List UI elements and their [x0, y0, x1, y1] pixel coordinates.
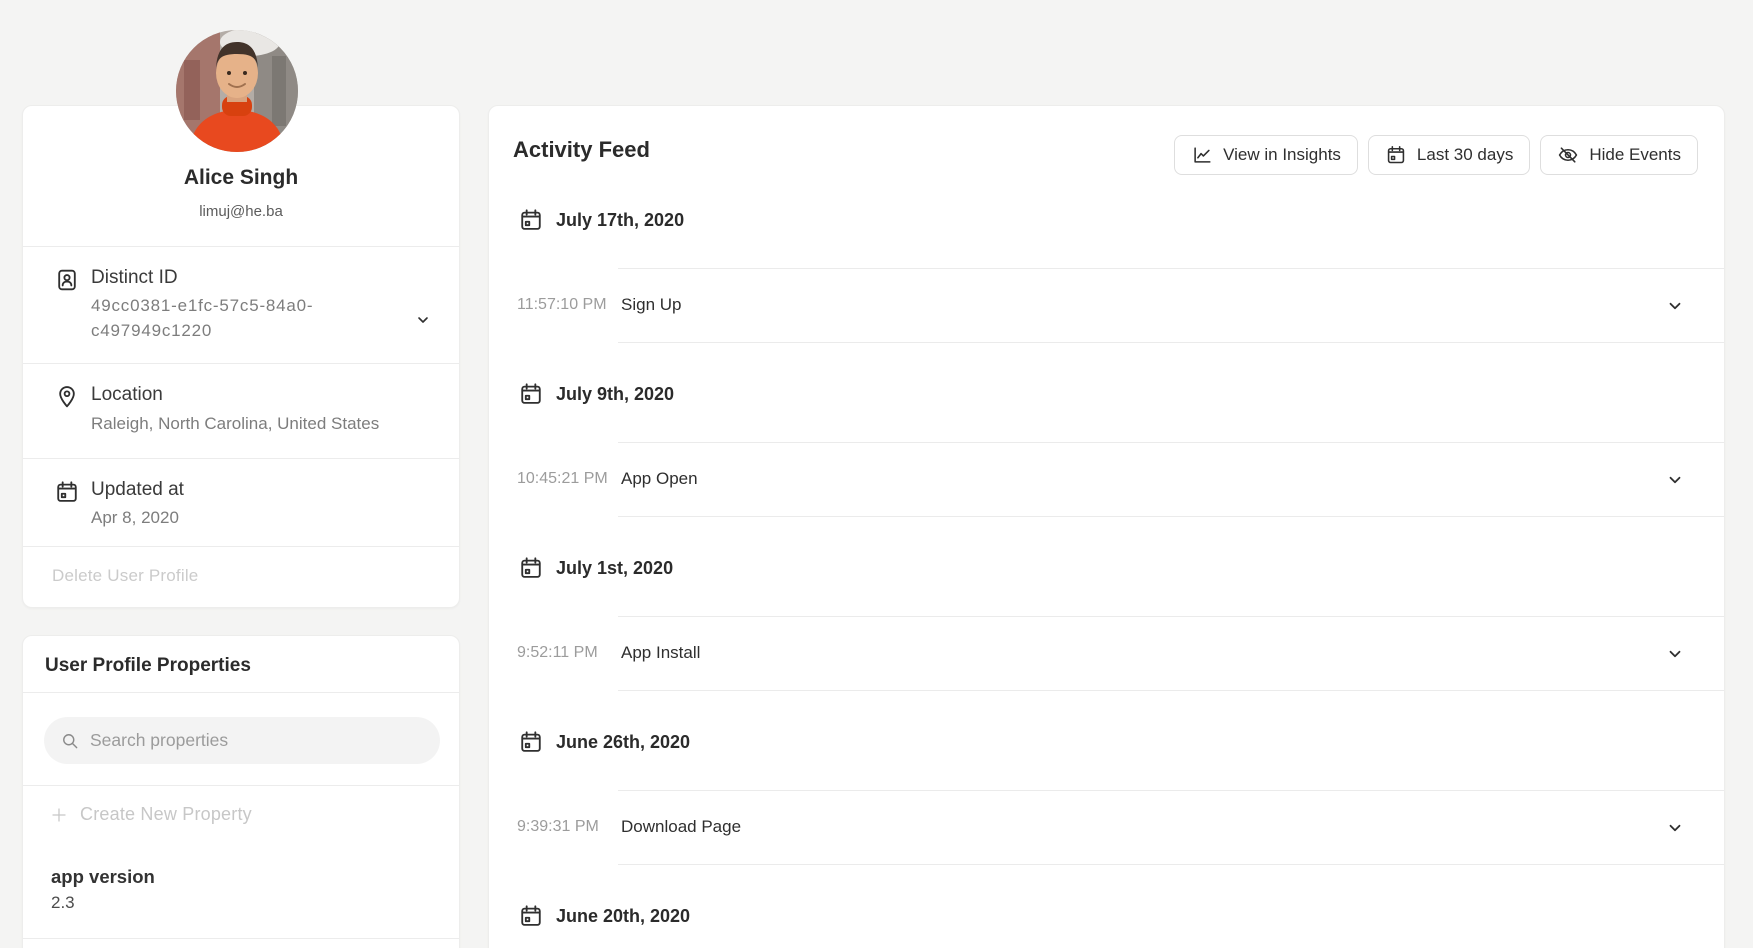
divider [618, 690, 1724, 691]
divider [23, 938, 459, 939]
delete-user-profile-button[interactable]: Delete User Profile [52, 566, 198, 586]
divider [23, 363, 459, 364]
feed-toolbar: View in Insights Last 30 days Hide Event… [1174, 135, 1698, 175]
event-time: 11:57:10 PM [517, 296, 621, 314]
create-new-property-label: Create New Property [80, 804, 252, 825]
create-new-property-button[interactable]: Create New Property [50, 804, 252, 825]
field-value-updated-at: Apr 8, 2020 [91, 505, 179, 530]
event-row[interactable]: 10:45:21 PM App Open [489, 443, 1724, 516]
search-input[interactable] [90, 730, 424, 751]
date-group-label: June 20th, 2020 [556, 906, 690, 927]
chevron-down-icon[interactable] [1666, 297, 1684, 315]
activity-feed-card: Activity Feed View in Insights Last 30 d… [488, 105, 1725, 948]
date-range-label: Last 30 days [1417, 145, 1513, 165]
field-value-location: Raleigh, North Carolina, United States [91, 411, 379, 436]
event-row[interactable]: 11:57:10 PM Sign Up [489, 269, 1724, 342]
property-name: app version [51, 866, 155, 888]
divider [23, 785, 459, 786]
properties-title: User Profile Properties [45, 655, 251, 677]
event-time: 9:39:31 PM [517, 818, 621, 836]
line-chart-icon [1191, 144, 1213, 166]
calendar-icon [518, 381, 544, 407]
divider [618, 864, 1724, 865]
divider [23, 546, 459, 547]
view-in-insights-button[interactable]: View in Insights [1174, 135, 1358, 175]
chevron-down-icon[interactable] [415, 312, 431, 328]
field-label-distinct-id: Distinct ID [91, 267, 178, 289]
profile-card: Alice Singh limuj@he.ba Distinct ID 49cc… [22, 105, 460, 608]
calendar-icon [518, 555, 544, 581]
date-group-header: June 20th, 2020 [518, 903, 1724, 929]
event-time: 9:52:11 PM [517, 644, 621, 662]
field-label-updated-at: Updated at [91, 479, 184, 501]
event-name: Download Page [621, 817, 741, 837]
divider [23, 692, 459, 693]
date-range-button[interactable]: Last 30 days [1368, 135, 1530, 175]
search-properties-field[interactable] [44, 717, 440, 764]
property-row-app-version[interactable]: app version 2.3 [51, 866, 155, 913]
location-pin-icon [54, 384, 80, 410]
avatar [176, 30, 298, 152]
date-group-header: July 17th, 2020 [518, 207, 1724, 233]
profile-email: limuj@he.ba [23, 203, 459, 220]
user-photo [176, 30, 298, 152]
profile-name: Alice Singh [23, 166, 459, 190]
date-group-header: June 26th, 2020 [518, 729, 1724, 755]
date-group-label: July 9th, 2020 [556, 384, 674, 405]
event-name: Sign Up [621, 295, 681, 315]
user-profile-page: Alice Singh limuj@he.ba Distinct ID 49cc… [0, 0, 1753, 948]
hide-events-button[interactable]: Hide Events [1540, 135, 1698, 175]
plus-icon [50, 806, 68, 824]
chevron-down-icon[interactable] [1666, 645, 1684, 663]
event-time: 10:45:21 PM [517, 470, 621, 488]
calendar-icon [518, 903, 544, 929]
event-row[interactable]: 9:52:11 PM App Install [489, 617, 1724, 690]
eye-off-icon [1557, 144, 1579, 166]
chevron-down-icon[interactable] [1666, 471, 1684, 489]
date-group-label: July 1st, 2020 [556, 558, 673, 579]
date-group-label: July 17th, 2020 [556, 210, 684, 231]
activity-feed-title: Activity Feed [513, 137, 650, 163]
date-group-header: July 1st, 2020 [518, 555, 1724, 581]
date-group-header: July 9th, 2020 [518, 381, 1724, 407]
view-in-insights-label: View in Insights [1223, 145, 1341, 165]
field-label-location: Location [91, 384, 163, 406]
user-profile-properties-card: User Profile Properties Create New Prope… [22, 635, 460, 948]
calendar-icon [518, 729, 544, 755]
date-group-label: June 26th, 2020 [556, 732, 690, 753]
event-row[interactable]: 9:39:31 PM Download Page [489, 791, 1724, 864]
property-value: 2.3 [51, 893, 155, 913]
chevron-down-icon[interactable] [1666, 819, 1684, 837]
divider [23, 246, 459, 247]
event-name: App Open [621, 469, 698, 489]
id-badge-icon [54, 267, 80, 293]
calendar-icon [518, 207, 544, 233]
hide-events-label: Hide Events [1589, 145, 1681, 165]
feed-body: July 17th, 2020 11:57:10 PM Sign Up July… [489, 207, 1724, 948]
calendar-icon [54, 479, 80, 505]
divider [618, 516, 1724, 517]
calendar-icon [1385, 144, 1407, 166]
divider [23, 458, 459, 459]
field-value-distinct-id: 49cc0381-e1fc-57c5-84a0-c497949c1220 [91, 293, 343, 343]
divider [618, 342, 1724, 343]
search-icon [60, 731, 80, 751]
event-name: App Install [621, 643, 700, 663]
